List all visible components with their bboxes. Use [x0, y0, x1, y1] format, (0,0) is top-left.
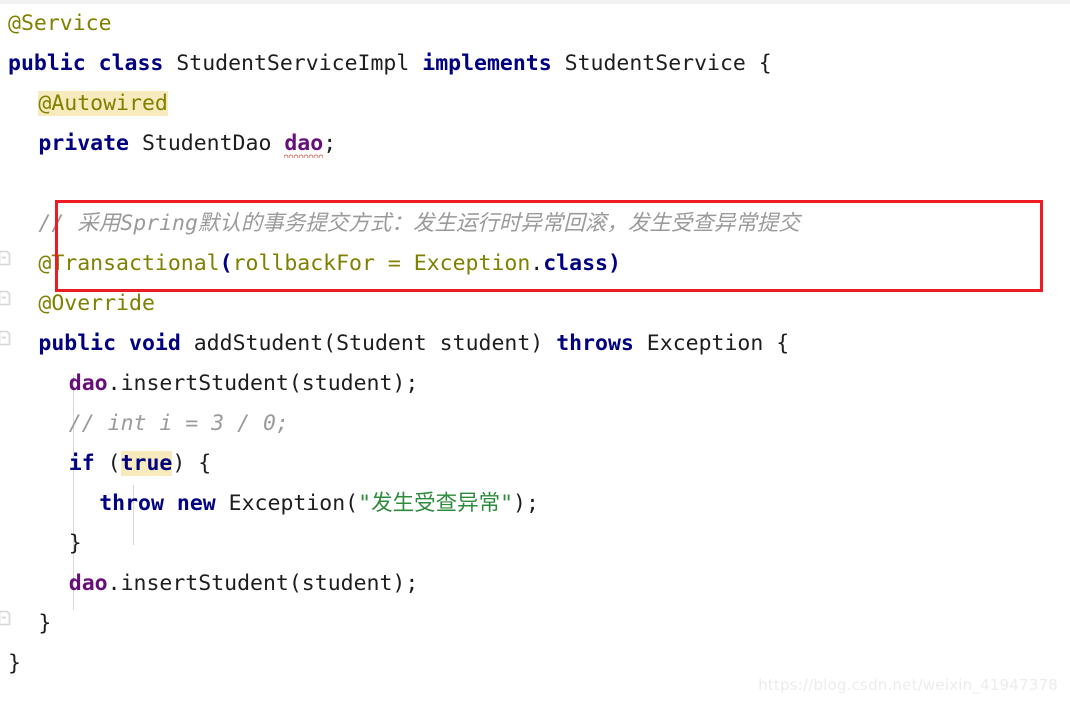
- code-token-keyword: new: [176, 491, 216, 516]
- code-token-keyword: public: [8, 51, 86, 76]
- code-token-comment: // 采用Spring默认的事务提交方式：发生运行时异常回滚，发生受查异常提交: [38, 211, 800, 236]
- code-line[interactable]: dao.insertStudent(student);: [0, 364, 1070, 404]
- code-token-keyword: ): [607, 251, 621, 276]
- code-line[interactable]: public void addStudent(Student student) …: [0, 324, 1070, 364]
- code-token-plain: }: [68, 531, 82, 556]
- code-token-comment: // int i = 3 / 0;: [68, 411, 289, 436]
- code-token-annotation: rollbackFor = Exception: [232, 251, 531, 276]
- code-token-plain: StudentServiceImpl: [163, 51, 423, 76]
- cjk-text: 采用: [77, 211, 121, 236]
- code-token-plain: ;: [323, 131, 337, 156]
- code-token-field: dao: [284, 131, 324, 156]
- code-token-annotation: @Override: [38, 291, 155, 316]
- code-token-keyword: private: [38, 131, 129, 156]
- code-token-keyword: throw: [99, 491, 164, 516]
- code-token-keyword: (: [219, 251, 233, 276]
- code-token-annotation: @Service: [8, 11, 112, 36]
- code-token-plain: }: [8, 651, 21, 676]
- code-token-annotation: @Autowired: [38, 91, 168, 116]
- code-token-plain: Exception(: [215, 491, 359, 516]
- code-line[interactable]: }: [0, 604, 1070, 644]
- code-line[interactable]: @Autowired: [0, 84, 1070, 124]
- code-token-plain: ) {: [172, 451, 212, 476]
- code-token-string: "发生受查异常": [358, 491, 514, 516]
- code-token-keyword: public: [38, 331, 117, 356]
- code-line[interactable]: throw new Exception("发生受查异常");: [0, 484, 1070, 524]
- code-token-keyword: if: [68, 451, 95, 476]
- code-token-plain: addStudent(Student student): [180, 331, 557, 356]
- code-content[interactable]: @Service public class StudentServiceImpl …: [0, 4, 1070, 684]
- code-token-keyword: throws: [556, 331, 634, 356]
- code-line[interactable]: if (true) {: [0, 444, 1070, 484]
- code-line[interactable]: @Transactional(rollbackFor = Exception.c…: [0, 244, 1070, 284]
- code-line[interactable]: public class StudentServiceImpl implemen…: [0, 44, 1070, 84]
- code-line[interactable]: @Override: [0, 284, 1070, 324]
- code-token-plain: }: [38, 611, 52, 636]
- code-editor-screenshot: @Service public class StudentServiceImpl …: [0, 0, 1070, 702]
- csdn-watermark: https://blog.csdn.net/weixin_41947378: [758, 676, 1058, 694]
- code-token-plain: );: [513, 491, 539, 516]
- code-token-keyword: class: [98, 51, 164, 76]
- code-line[interactable]: [0, 164, 1070, 204]
- code-token-plain: .: [530, 251, 544, 276]
- code-line[interactable]: dao.insertStudent(student);: [0, 564, 1070, 604]
- cjk-text: 默认的事务提交方式：发生运行时异常回滚，发生受查异常提交: [197, 211, 800, 236]
- code-line[interactable]: @Service: [0, 4, 1070, 44]
- code-token-plain: .insertStudent(student);: [107, 371, 419, 396]
- code-token-plain: .insertStudent(student);: [107, 571, 419, 596]
- cjk-text: 发生受查异常: [371, 491, 501, 516]
- code-token-keyword: class: [543, 251, 608, 276]
- code-token-plain: Exception {: [633, 331, 790, 356]
- code-line[interactable]: // int i = 3 / 0;: [0, 404, 1070, 444]
- code-token-annotation: @Transactional: [38, 251, 220, 276]
- code-token-plain: StudentService {: [551, 51, 772, 76]
- code-line[interactable]: }: [0, 524, 1070, 564]
- code-line[interactable]: private StudentDao dao;: [0, 124, 1070, 164]
- code-token-keyword: implements: [422, 51, 552, 76]
- code-token-plain: (: [94, 451, 121, 476]
- code-token-field: dao: [68, 571, 108, 596]
- code-token-keyword: true: [120, 451, 173, 476]
- code-line[interactable]: // 采用Spring默认的事务提交方式：发生运行时异常回滚，发生受查异常提交: [0, 204, 1070, 244]
- code-token-keyword: void: [129, 331, 181, 356]
- code-token-plain: StudentDao: [129, 131, 285, 156]
- code-token-field: dao: [68, 371, 108, 396]
